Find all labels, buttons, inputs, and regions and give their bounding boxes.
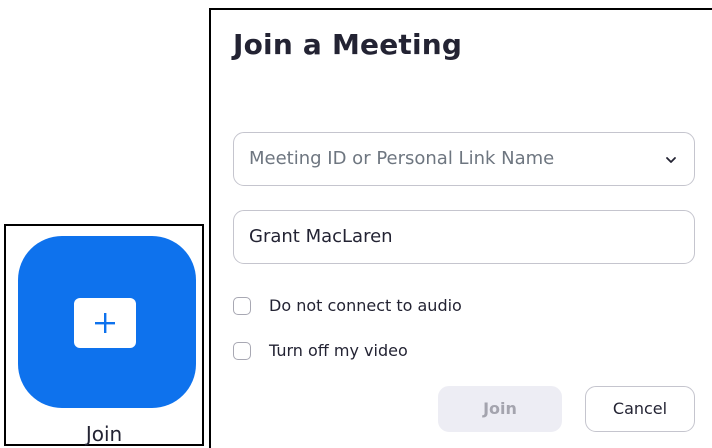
join-meeting-dialog: Join a Meeting Meeting ID or Personal Li… bbox=[209, 8, 712, 448]
do-not-connect-audio-checkbox[interactable] bbox=[233, 297, 251, 315]
do-not-connect-audio-label: Do not connect to audio bbox=[269, 296, 462, 315]
cancel-button[interactable]: Cancel bbox=[585, 386, 695, 432]
meeting-id-input[interactable]: Meeting ID or Personal Link Name bbox=[233, 132, 695, 186]
turn-off-video-checkbox[interactable] bbox=[233, 342, 251, 360]
meeting-id-placeholder: Meeting ID or Personal Link Name bbox=[249, 148, 555, 169]
plus-icon-box bbox=[74, 298, 136, 348]
dialog-title: Join a Meeting bbox=[233, 28, 463, 61]
join-tile-button[interactable] bbox=[18, 236, 196, 408]
plus-icon bbox=[95, 313, 115, 333]
join-tile: Join bbox=[4, 224, 204, 446]
turn-off-video-label: Turn off my video bbox=[269, 341, 408, 360]
join-tile-label: Join bbox=[85, 422, 123, 446]
chevron-down-icon[interactable] bbox=[664, 155, 678, 165]
join-button[interactable]: Join bbox=[438, 386, 562, 432]
name-value: Grant MacLaren bbox=[249, 226, 393, 247]
name-input[interactable]: Grant MacLaren bbox=[233, 210, 695, 264]
